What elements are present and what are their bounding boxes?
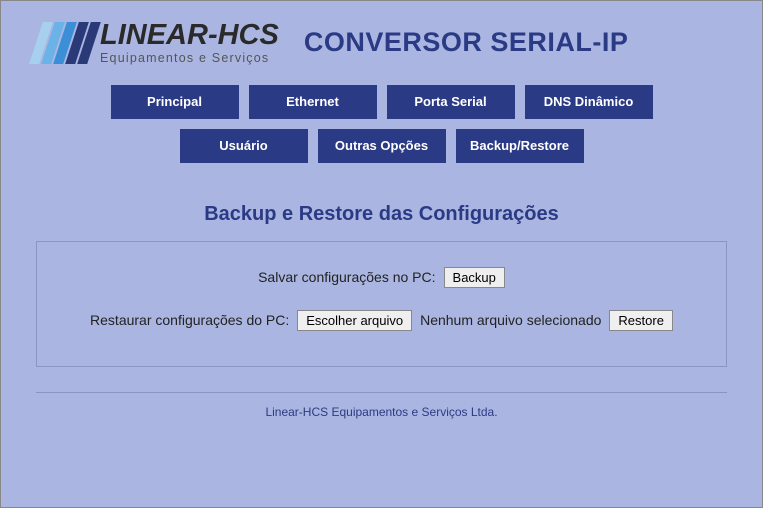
logo-main: LINEAR-HCS	[100, 21, 279, 50]
nav-usuario[interactable]: Usuário	[180, 129, 308, 163]
section-title: Backup e Restore das Configurações	[1, 203, 762, 226]
restore-label: Restaurar configurações do PC:	[90, 312, 289, 328]
choose-file-button[interactable]: Escolher arquivo	[297, 310, 412, 331]
file-status: Nenhum arquivo selecionado	[420, 312, 601, 328]
main-nav: Principal Ethernet Porta Serial DNS Dinâ…	[1, 85, 762, 163]
backup-button[interactable]: Backup	[444, 267, 505, 288]
restore-row: Restaurar configurações do PC: Escolher …	[90, 310, 673, 331]
footer-separator	[36, 392, 727, 393]
logo: LINEAR-HCS Equipamentos e Serviços	[36, 21, 279, 65]
nav-backup-restore[interactable]: Backup/Restore	[456, 129, 584, 163]
logo-text: LINEAR-HCS Equipamentos e Serviços	[100, 21, 279, 65]
nav-porta-serial[interactable]: Porta Serial	[387, 85, 515, 119]
logo-bars-icon	[36, 22, 94, 64]
header: LINEAR-HCS Equipamentos e Serviços CONVE…	[1, 1, 762, 75]
backup-row: Salvar configurações no PC: Backup	[258, 267, 505, 288]
restore-button[interactable]: Restore	[609, 310, 673, 331]
footer-text: Linear-HCS Equipamentos e Serviços Ltda.	[1, 405, 762, 419]
app-window: LINEAR-HCS Equipamentos e Serviços CONVE…	[0, 0, 763, 508]
nav-dns-dinamico[interactable]: DNS Dinâmico	[525, 85, 653, 119]
page-title: CONVERSOR SERIAL-IP	[304, 27, 629, 58]
nav-principal[interactable]: Principal	[111, 85, 239, 119]
logo-sub: Equipamentos e Serviços	[100, 52, 279, 65]
nav-outras-opcoes[interactable]: Outras Opções	[318, 129, 446, 163]
content-box: Salvar configurações no PC: Backup Resta…	[36, 241, 727, 367]
nav-ethernet[interactable]: Ethernet	[249, 85, 377, 119]
backup-label: Salvar configurações no PC:	[258, 269, 435, 285]
